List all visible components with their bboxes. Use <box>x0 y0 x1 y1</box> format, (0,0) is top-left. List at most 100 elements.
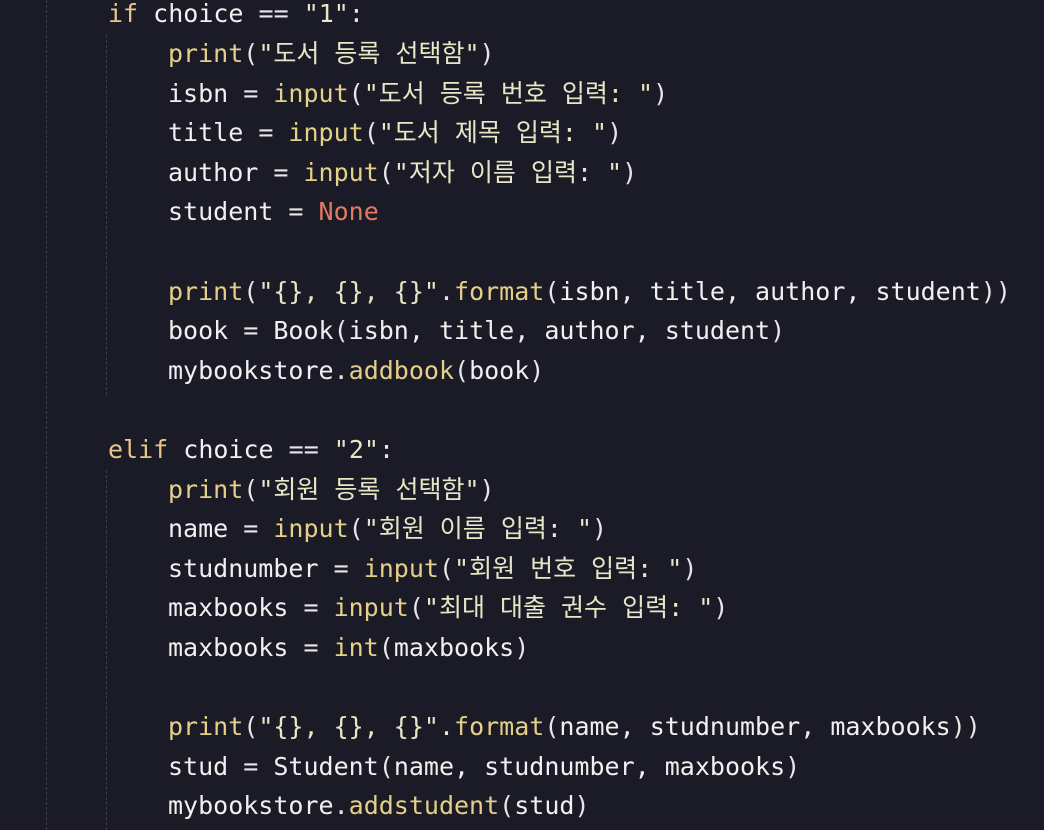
code-token-punc: ) <box>529 356 545 385</box>
code-token-punc: ( <box>499 791 515 820</box>
code-line[interactable]: title = input("도서 제목 입력: ") <box>168 118 622 158</box>
code-token-punc: : <box>348 0 364 28</box>
code-token-fn: addstudent <box>348 791 500 820</box>
code-token-punc: ) <box>785 752 801 781</box>
code-token-var: book <box>469 356 530 385</box>
code-token-op: = <box>243 514 259 543</box>
code-token-str: "도서 등록 선택함" <box>258 39 480 68</box>
code-token-op: = <box>333 554 349 583</box>
code-token-fn: input <box>318 593 409 622</box>
code-token-var: book <box>168 316 244 345</box>
code-token-punc: ( <box>454 356 470 385</box>
code-token-punc: ) <box>653 79 669 108</box>
code-token-punc: ( <box>363 118 379 147</box>
code-token-fn: input <box>273 118 364 147</box>
code-token-fn: int <box>318 633 379 662</box>
code-line[interactable]: maxbooks = input("최대 대출 권수 입력: ") <box>168 593 728 633</box>
code-line[interactable]: name = input("회원 이름 입력: ") <box>168 514 607 554</box>
code-token-op: = <box>243 79 259 108</box>
code-token-punc: ) <box>713 593 729 622</box>
code-token-punc: ) <box>479 39 495 68</box>
code-token-fn: print <box>168 475 244 504</box>
code-token-fn: input <box>288 158 379 187</box>
code-token-punc: ) <box>592 514 608 543</box>
code-token-var: title <box>168 118 259 147</box>
code-line[interactable]: print("{}, {}, {}".format(name, studnumb… <box>168 712 981 752</box>
code-line[interactable]: author = input("저자 이름 입력: ") <box>168 158 637 198</box>
code-line[interactable]: book = Book(isbn, title, author, student… <box>168 316 785 356</box>
code-token-punc: : <box>378 435 395 464</box>
code-token-var: isbn, title, author, student <box>559 277 981 306</box>
code-token-var: maxbooks <box>168 633 304 662</box>
code-token-punc: ( <box>243 712 259 741</box>
code-line[interactable]: stud = Student(name, studnumber, maxbook… <box>168 752 800 792</box>
code-line[interactable]: studnumber = input("회원 번호 입력: ") <box>168 554 697 594</box>
code-token-fn: print <box>168 277 244 306</box>
code-token-op: = <box>243 752 259 781</box>
code-token-punc: ( <box>378 752 394 781</box>
indent-guide <box>106 470 107 830</box>
code-token-str: "{}, {}, {}" <box>258 277 439 306</box>
code-token-fn: input <box>348 554 439 583</box>
code-line[interactable]: maxbooks = int(maxbooks) <box>168 633 529 673</box>
code-token-fn: format <box>454 712 545 741</box>
code-token-punc: . <box>333 356 349 385</box>
code-token-str: "회원 번호 입력: " <box>454 554 683 583</box>
code-line[interactable]: student = None <box>168 197 379 237</box>
code-token-op: == <box>288 435 319 464</box>
code-token-kw: elif <box>108 435 169 464</box>
code-token-op: = <box>273 158 289 187</box>
code-token-punc: ) <box>514 633 530 662</box>
code-token-punc: ) <box>574 791 590 820</box>
code-token-punc: ) <box>682 554 698 583</box>
code-token-punc: ( <box>378 633 394 662</box>
code-token-punc: ) <box>770 316 786 345</box>
code-token-var: stud <box>514 791 575 820</box>
code-line[interactable]: print("회원 등록 선택함") <box>168 475 495 515</box>
code-line[interactable]: if choice == "1": <box>108 0 364 39</box>
code-line[interactable]: isbn = input("도서 등록 번호 입력: ") <box>168 79 668 119</box>
code-token-op: = <box>243 316 259 345</box>
code-token-punc: ( <box>333 316 349 345</box>
code-token-var: author <box>168 158 274 187</box>
code-token-fn: addbook <box>348 356 454 385</box>
code-token-var: name, studnumber, maxbooks <box>393 752 786 781</box>
code-token-punc: ( <box>348 514 364 543</box>
code-token-punc: ( <box>544 712 560 741</box>
code-token-str: "회원 이름 입력: " <box>363 514 593 543</box>
code-token-op: == <box>258 0 289 28</box>
code-token-str: "도서 제목 입력: " <box>378 118 608 147</box>
code-token-punc: ( <box>243 39 259 68</box>
code-token-punc: ( <box>438 554 455 583</box>
code-token-str: "{}, {}, {}" <box>258 712 439 741</box>
code-token-str: "2" <box>318 435 379 464</box>
code-token-str: "저자 이름 입력: " <box>393 158 623 187</box>
code-token-var: isbn, title, author, student <box>348 316 771 345</box>
code-token-punc: ( <box>408 593 424 622</box>
code-token-var: mybookstore <box>168 356 334 385</box>
code-token-op: = <box>288 197 304 226</box>
code-token-punc: ( <box>243 475 259 504</box>
code-line[interactable]: mybookstore.addstudent(stud) <box>168 791 590 830</box>
code-token-op: = <box>303 593 319 622</box>
code-editor[interactable]: if choice == "1": print("도서 등록 선택함") isbn … <box>0 0 1044 830</box>
code-token-str: "최대 대출 권수 입력: " <box>423 593 714 622</box>
code-token-fn: print <box>168 712 244 741</box>
code-line[interactable]: print("도서 등록 선택함") <box>168 39 495 79</box>
code-token-punc: ( <box>348 79 364 108</box>
code-token-op: = <box>258 118 274 147</box>
code-token-var: mybookstore <box>168 791 334 820</box>
code-line[interactable]: print("{}, {}, {}".format(isbn, title, a… <box>168 277 1011 317</box>
code-token-var: Student <box>258 752 379 781</box>
indent-guide <box>46 0 47 830</box>
code-line[interactable]: elif choice == "2": <box>108 435 394 475</box>
indent-guide <box>106 35 107 395</box>
code-line[interactable]: mybookstore.addbook(book) <box>168 356 544 396</box>
code-token-var: name <box>168 514 244 543</box>
code-token-punc: . <box>333 791 349 820</box>
code-token-punc: )) <box>950 712 981 741</box>
code-token-var: Book <box>258 316 334 345</box>
code-token-const: None <box>303 197 379 226</box>
code-token-punc: ( <box>243 277 259 306</box>
code-token-var: maxbooks <box>168 593 304 622</box>
